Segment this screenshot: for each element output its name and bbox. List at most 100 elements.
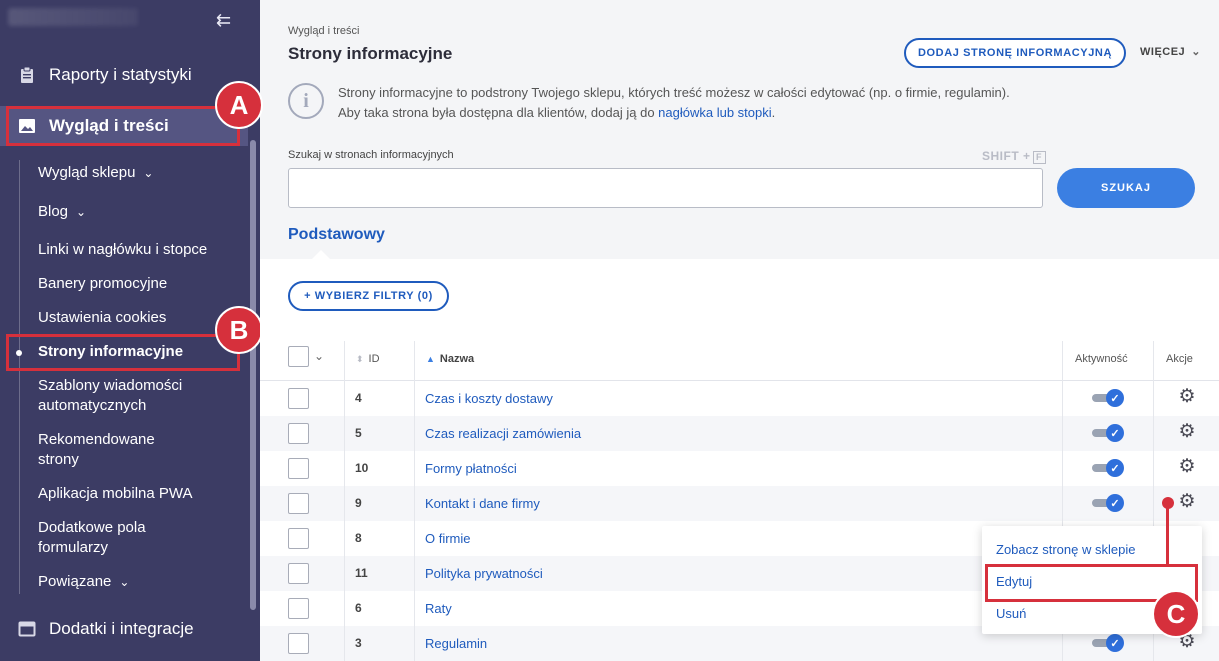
sidebar-item-label: Powiązane [38, 573, 112, 590]
sidebar-item-extra-fields[interactable]: Dodatkowe pola formularzy [38, 518, 146, 558]
collapse-sidebar-icon[interactable]: ⇇ [216, 10, 242, 30]
column-header-active: Aktywność [1075, 353, 1128, 365]
shortcut-hint: SHIFT + F [982, 149, 1046, 164]
active-toggle[interactable]: ✓ [1092, 389, 1124, 407]
sidebar-item-label-line: Rekomendowane [38, 431, 155, 448]
row-name-link[interactable]: Czas realizacji zamówienia [425, 426, 581, 441]
column-header-actions: Akcje [1166, 353, 1193, 365]
gear-icon[interactable]: ⚙ [1177, 422, 1197, 442]
column-divider [414, 341, 415, 381]
highlight-b [6, 334, 240, 371]
page-title: Strony informacyjne [288, 44, 453, 63]
active-toggle[interactable]: ✓ [1092, 459, 1124, 477]
row-name-link[interactable]: O firmie [425, 531, 471, 546]
search-button[interactable]: SZUKAJ [1057, 168, 1195, 208]
column-divider [1062, 451, 1063, 486]
breadcrumb[interactable]: Wygląd i treści [288, 25, 359, 37]
row-checkbox[interactable] [288, 423, 309, 444]
column-divider [344, 521, 345, 556]
info-text-part: Aby taka strona była dostępna dla klient… [338, 105, 659, 120]
nav-item-label: Dodatki i integracje [49, 619, 194, 638]
check-icon: ✓ [1106, 459, 1124, 477]
sidebar-item-message-templates[interactable]: Szablony wiadomości automatycznych [38, 376, 182, 416]
tree-line [19, 160, 20, 594]
sidebar-item-label: Blog [38, 203, 69, 220]
info-text: Strony informacyjne to podstrony Twojego… [338, 83, 1010, 123]
row-name-link[interactable]: Formy płatności [425, 461, 517, 476]
sort-icon: ⬍ [356, 354, 364, 364]
table-row: 10 Formy płatności ✓ ⚙ [260, 451, 1219, 486]
column-divider [344, 381, 345, 416]
sidebar-item-pwa[interactable]: Aplikacja mobilna PWA [38, 484, 193, 504]
chevron-down-icon[interactable]: ⌄ [314, 349, 324, 363]
sidebar-item-promo-banners[interactable]: Banery promocyjne [38, 274, 167, 294]
menu-item-view-in-shop[interactable]: Zobacz stronę w sklepie [996, 542, 1135, 557]
sidebar-item-shop-look[interactable]: Wygląd sklepu ⌄ [38, 163, 153, 183]
chevron-down-icon: ⌄ [143, 166, 154, 180]
search-input[interactable] [288, 168, 1043, 208]
nav-item-addons[interactable]: Dodatki i integracje [0, 609, 248, 649]
info-line-1: Strony informacyjne to podstrony Twojego… [338, 85, 1010, 100]
row-name-link[interactable]: Polityka prywatności [425, 566, 543, 581]
row-name-link[interactable]: Raty [425, 601, 452, 616]
column-divider [414, 556, 415, 591]
gear-icon[interactable]: ⚙ [1177, 387, 1197, 407]
row-id: 4 [355, 391, 362, 405]
check-icon: ✓ [1106, 494, 1124, 512]
sidebar-scrollbar[interactable] [250, 140, 256, 610]
active-toggle[interactable]: ✓ [1092, 424, 1124, 442]
tab-basic[interactable]: Podstawowy [288, 226, 385, 244]
search-label: Szukaj w stronach informacyjnych [288, 149, 454, 161]
row-checkbox[interactable] [288, 493, 309, 514]
sort-asc-icon: ▲ [426, 354, 435, 364]
column-header-name[interactable]: ▲ Nazwa [426, 353, 474, 365]
row-checkbox[interactable] [288, 388, 309, 409]
add-info-page-button[interactable]: DODAJ STRONĘ INFORMACYJNĄ [904, 38, 1126, 68]
active-toggle[interactable]: ✓ [1092, 494, 1124, 512]
filters-button[interactable]: + WYBIERZ FILTRY (0) [288, 281, 449, 311]
row-checkbox[interactable] [288, 458, 309, 479]
nav-item-reports[interactable]: Raporty i statystyki [0, 55, 248, 95]
table-header: ⌄ ⬍ ID ▲ Nazwa Aktywność Akcje [260, 341, 1219, 381]
column-label: Nazwa [439, 353, 475, 365]
column-divider [1062, 341, 1063, 381]
row-checkbox[interactable] [288, 598, 309, 619]
annotation-badge-b: B [215, 306, 263, 354]
sidebar-item-cookies[interactable]: Ustawienia cookies [38, 308, 166, 328]
header-footer-link[interactable]: nagłówka lub stopki [658, 105, 771, 120]
column-divider [414, 521, 415, 556]
row-checkbox[interactable] [288, 633, 309, 654]
row-id: 5 [355, 426, 362, 440]
chevron-down-icon: ⌄ [76, 205, 87, 219]
logo [8, 8, 138, 26]
sidebar-item-label-line: Dodatkowe pola [38, 519, 146, 536]
row-checkbox[interactable] [288, 563, 309, 584]
gear-icon[interactable]: ⚙ [1177, 492, 1197, 512]
row-name-link[interactable]: Regulamin [425, 636, 487, 651]
select-all-checkbox[interactable] [288, 346, 309, 367]
row-id: 10 [355, 461, 369, 475]
row-id: 11 [355, 566, 368, 580]
column-header-id[interactable]: ⬍ ID [356, 353, 380, 365]
sidebar-item-recommended-pages[interactable]: Rekomendowane strony [38, 430, 155, 470]
row-name-link[interactable]: Kontakt i dane firmy [425, 496, 540, 511]
active-toggle[interactable]: ✓ [1092, 634, 1124, 652]
menu-item-delete[interactable]: Usuń [996, 606, 1026, 621]
column-divider [414, 591, 415, 626]
column-divider [414, 381, 415, 416]
column-divider [344, 486, 345, 521]
row-id: 3 [355, 636, 362, 650]
row-name-link[interactable]: Czas i koszty dostawy [425, 391, 553, 406]
sidebar-item-label-line: strony [38, 451, 79, 468]
column-divider [1153, 381, 1154, 416]
row-checkbox[interactable] [288, 528, 309, 549]
tab-caret [312, 250, 330, 259]
table-row: 9 Kontakt i dane firmy ✓ ⚙ [260, 486, 1219, 521]
sidebar-item-related[interactable]: Powiązane ⌄ [38, 572, 129, 592]
column-divider [344, 626, 345, 661]
window-icon [18, 620, 36, 638]
sidebar-item-blog[interactable]: Blog ⌄ [38, 202, 86, 222]
gear-icon[interactable]: ⚙ [1177, 457, 1197, 477]
sidebar-item-header-footer-links[interactable]: Linki w nagłówku i stopce [38, 240, 207, 260]
more-button[interactable]: WIĘCEJ ⌄ [1140, 45, 1201, 58]
